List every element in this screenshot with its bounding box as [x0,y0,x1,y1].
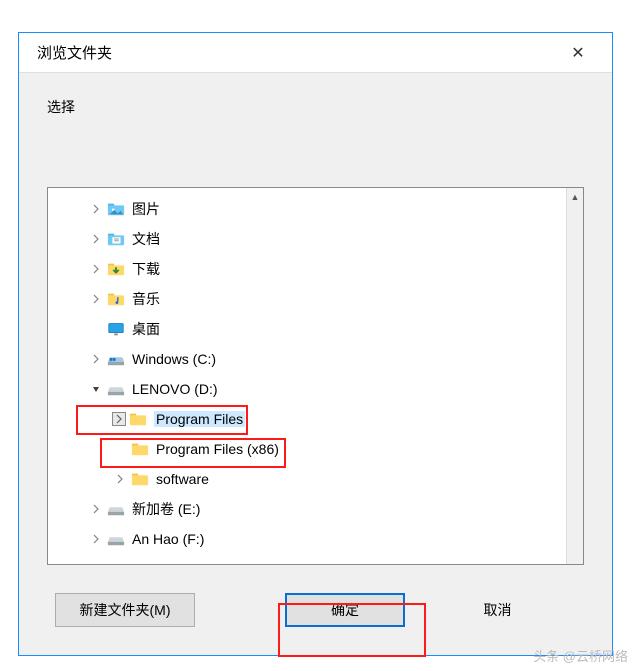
drive-icon [106,529,126,549]
watermark: 头条 @云桥网络 [533,646,628,665]
scroll-up-icon[interactable]: ▲ [567,188,583,205]
close-icon: ✕ [571,43,584,63]
dialog-title: 浏览文件夹 [37,42,112,63]
tree-item[interactable]: Windows (C:) [48,344,583,374]
chevron-down-icon[interactable] [88,381,104,397]
browse-folder-dialog: 浏览文件夹 ✕ 选择 图片文档下载音乐桌面 Windows (C:) LENOVO … [18,32,613,656]
tree-item[interactable]: 桌面 [48,314,583,344]
tree-item[interactable]: 音乐 [48,284,583,314]
tree-item[interactable]: Program Files [48,404,583,434]
scroll-track[interactable] [567,205,583,564]
new-folder-button[interactable]: 新建文件夹(M) [55,593,195,627]
tree-item-label: 文档 [132,232,160,246]
music-icon [106,289,126,309]
downloads-icon [106,259,126,279]
ok-button[interactable]: 确定 [285,593,405,627]
chevron-right-icon [88,321,104,337]
titlebar: 浏览文件夹 ✕ [19,33,612,73]
chevron-right-icon[interactable] [88,201,104,217]
cancel-button[interactable]: 取消 [445,593,550,627]
tree-item-label: An Hao (F:) [132,532,204,546]
tree-item[interactable]: 图片 [48,194,583,224]
chevron-right-icon[interactable] [88,531,104,547]
tree-item[interactable]: 下载 [48,254,583,284]
tree-item-label: 桌面 [132,322,160,336]
close-button[interactable]: ✕ [558,33,598,73]
tree-item[interactable]: An Hao (F:) [48,524,583,554]
tree-item-label: LENOVO (D:) [132,382,218,396]
chevron-right-icon[interactable] [112,412,126,426]
chevron-right-icon [112,441,128,457]
tree-item-label: 新加卷 (E:) [132,502,200,516]
tree-item-label: Program Files (x86) [156,442,279,456]
chevron-right-icon[interactable] [88,501,104,517]
osdrive-icon [106,349,126,369]
tree-item-label: Windows (C:) [132,352,216,366]
folder-icon [130,439,150,459]
tree-item[interactable]: LENOVO (D:) [48,374,583,404]
button-row: 新建文件夹(M) 确定 取消 [47,593,584,627]
drive-icon [106,499,126,519]
tree-item-label: Program Files [154,411,245,427]
folder-tree[interactable]: 图片文档下载音乐桌面 Windows (C:) LENOVO (D:) Program… [48,188,583,560]
tree-item[interactable]: Program Files (x86) [48,434,583,464]
tree-item[interactable]: 新加卷 (E:) [48,494,583,524]
dialog-content: 选择 图片文档下载音乐桌面 Windows (C:) LENOVO (D:) Prog… [19,73,612,655]
drive-icon [106,379,126,399]
folder-icon [130,469,150,489]
pictures-icon [106,199,126,219]
documents-icon [106,229,126,249]
scrollbar[interactable]: ▲ [566,188,583,564]
tree-item-label: 下载 [132,262,160,276]
chevron-right-icon[interactable] [88,261,104,277]
tree-item[interactable]: 文档 [48,224,583,254]
chevron-right-icon[interactable] [88,231,104,247]
tree-item-label: 音乐 [132,292,160,306]
folder-tree-container: 图片文档下载音乐桌面 Windows (C:) LENOVO (D:) Program… [47,187,584,565]
tree-item-label: 图片 [132,202,160,216]
chevron-right-icon[interactable] [112,471,128,487]
folder-icon [128,409,148,429]
prompt-label: 选择 [47,97,584,117]
tree-item[interactable]: software [48,464,583,494]
chevron-right-icon[interactable] [88,351,104,367]
desktop-icon [106,319,126,339]
tree-item-label: software [156,472,209,486]
chevron-right-icon[interactable] [88,291,104,307]
